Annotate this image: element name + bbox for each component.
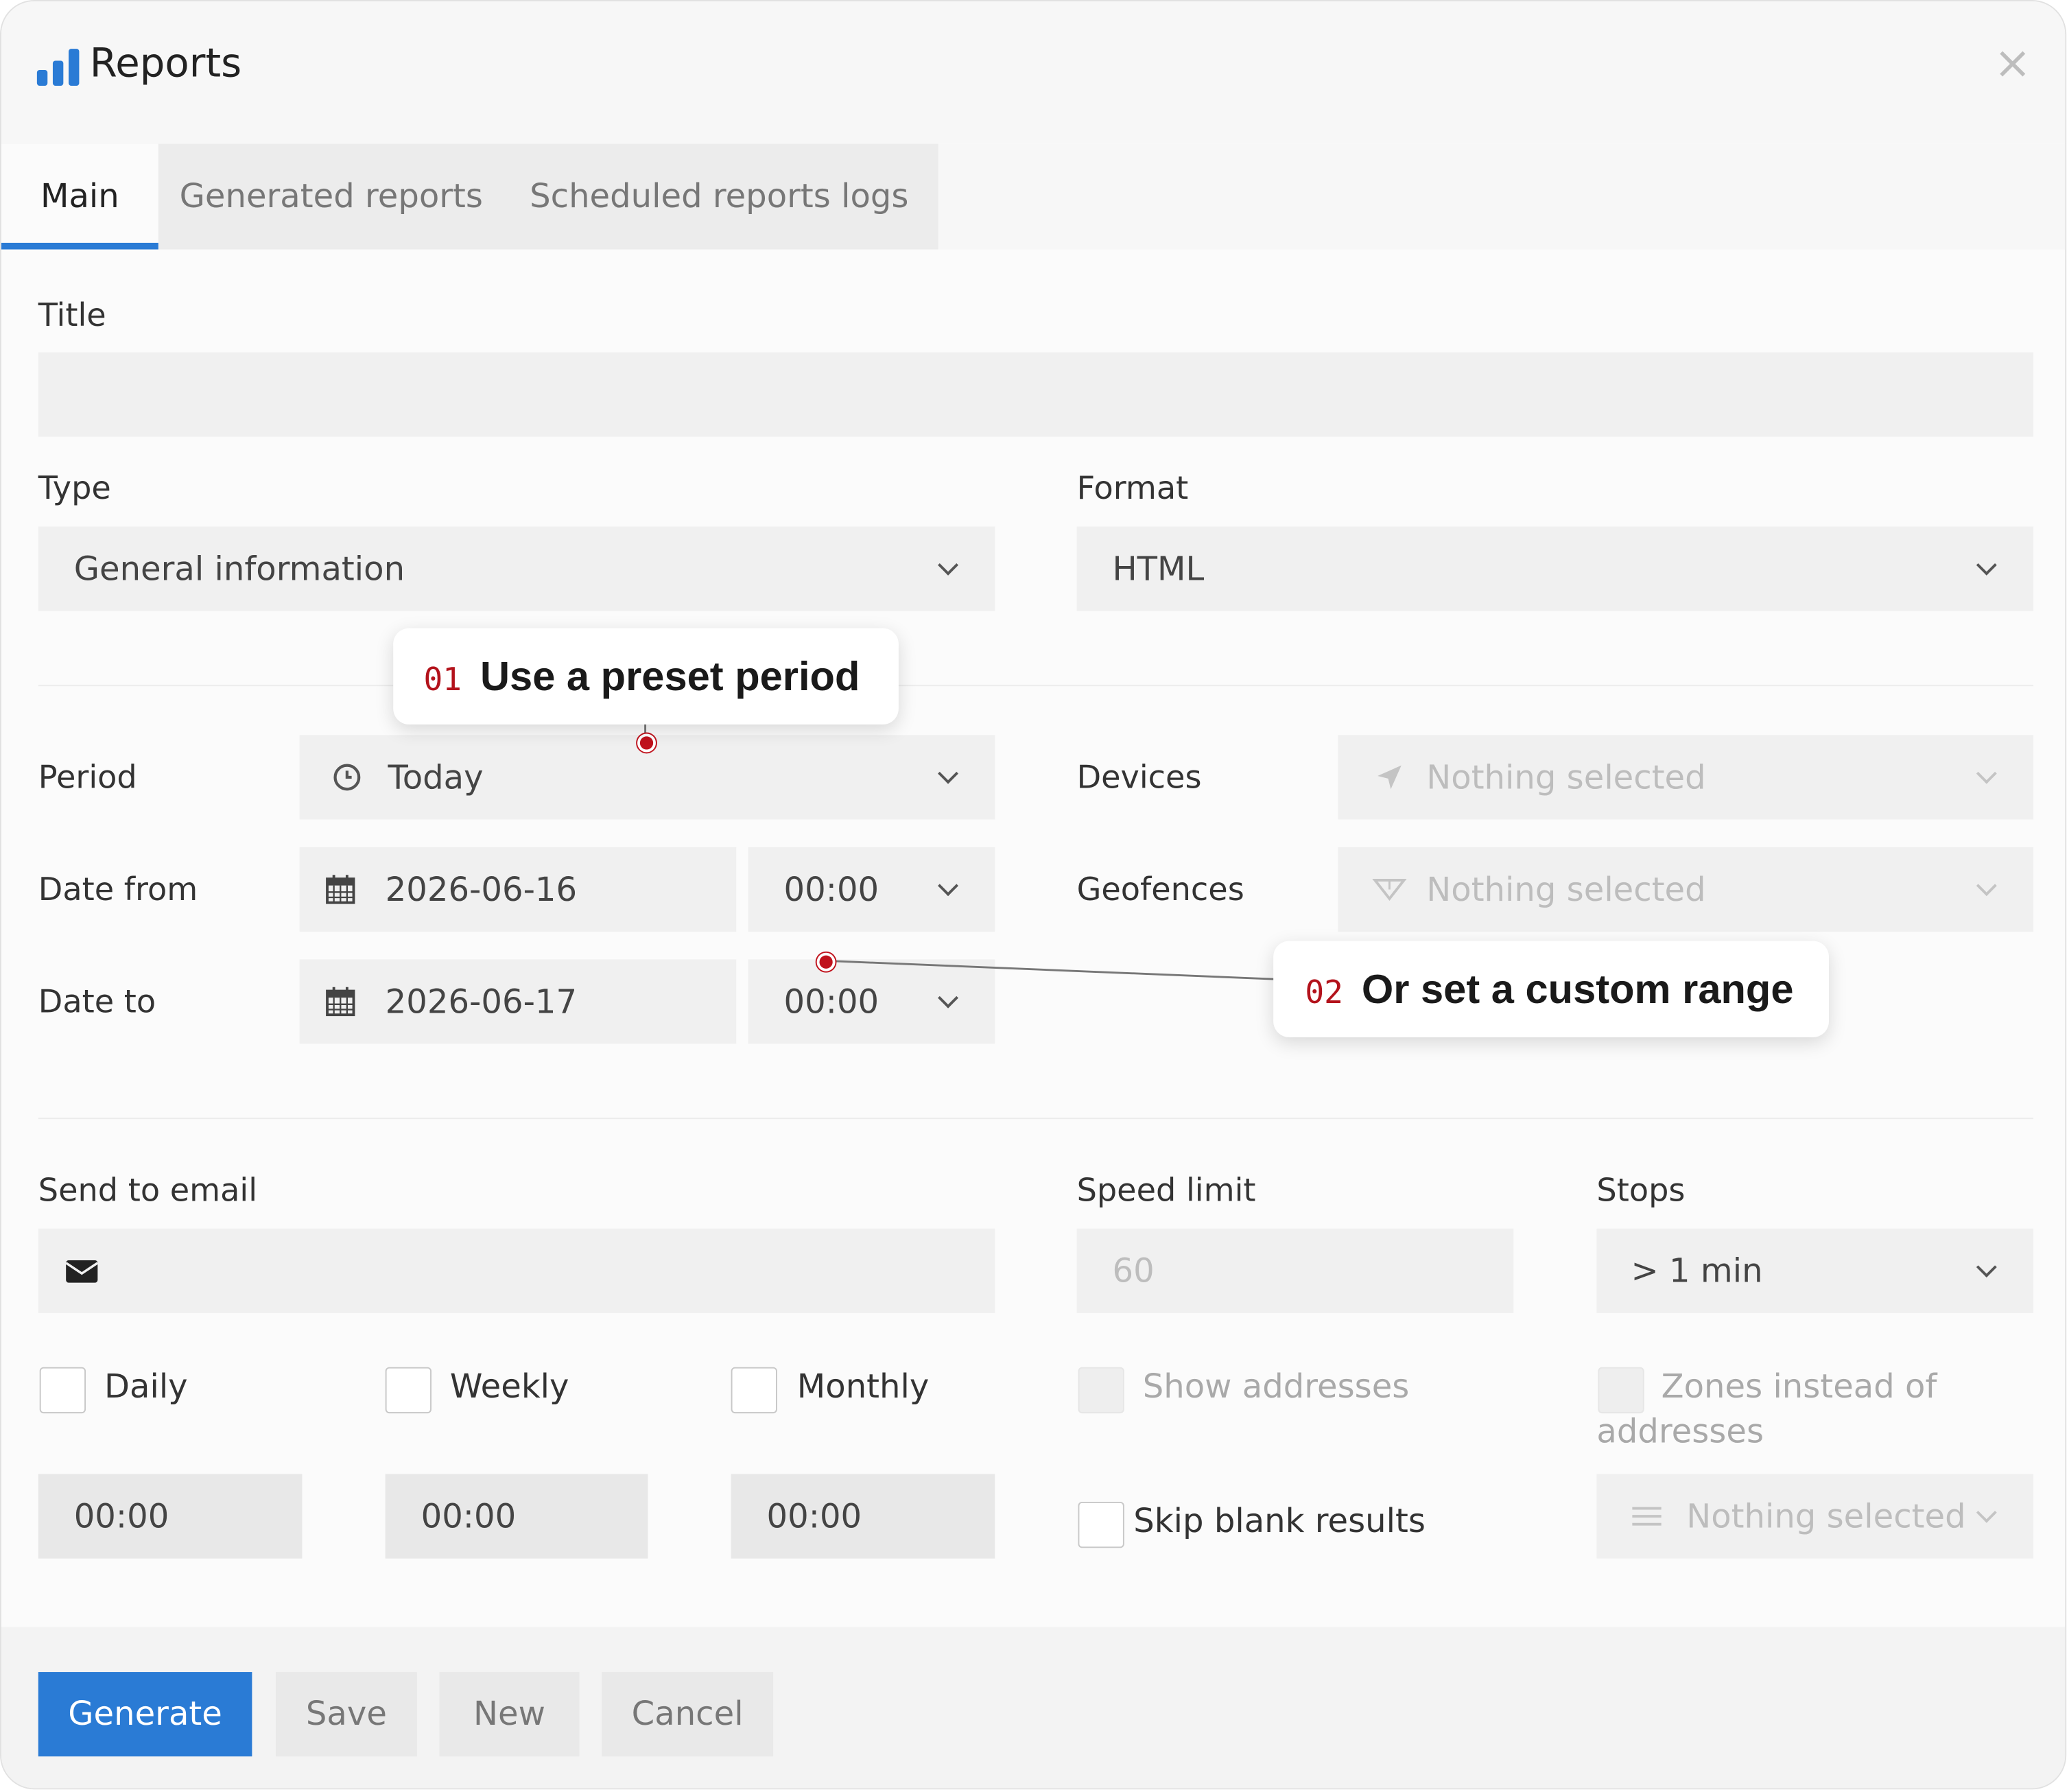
callout-marker bbox=[816, 952, 836, 971]
callout-marker bbox=[637, 733, 656, 753]
callout-preset-period: 01 Use a preset period bbox=[393, 628, 899, 725]
callout-connectors bbox=[644, 724, 1275, 980]
callout-number: 02 bbox=[1305, 974, 1343, 1011]
reports-dialog: Reports × Main Generated reports Schedul… bbox=[0, 0, 2067, 1790]
callout-text: Or set a custom range bbox=[1361, 966, 1794, 1013]
callout-custom-range: 02 Or set a custom range bbox=[1273, 941, 1829, 1037]
callout-number: 01 bbox=[423, 661, 462, 698]
callout-text: Use a preset period bbox=[480, 653, 860, 700]
